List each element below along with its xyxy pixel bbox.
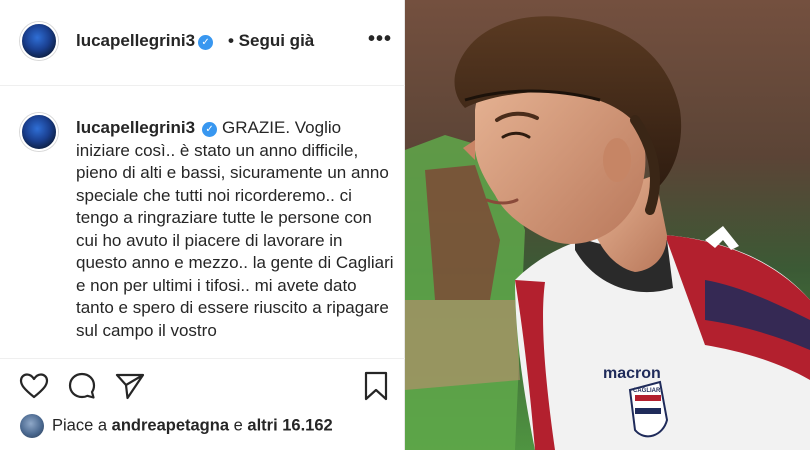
verified-badge-icon: ✓ bbox=[198, 35, 214, 50]
photo-illustration: macron CAGLIARI bbox=[405, 0, 810, 450]
comment-icon[interactable] bbox=[66, 370, 98, 402]
bookmark-icon[interactable] bbox=[360, 370, 392, 402]
username-link[interactable]: lucapellegrini3 bbox=[76, 31, 195, 50]
liker-username-link[interactable]: andreapetagna bbox=[112, 416, 229, 434]
likes-count-link[interactable]: altri 16.162 bbox=[247, 416, 332, 434]
instagram-post-panel: lucapellegrini3 ✓ • Segui già ••• lucapel… bbox=[0, 0, 405, 450]
jersey-brand-text: macron bbox=[603, 365, 661, 382]
caption-username-link[interactable]: lucapellegrini3 bbox=[76, 118, 195, 137]
caption-avatar[interactable] bbox=[20, 113, 58, 151]
heart-icon[interactable] bbox=[18, 370, 50, 402]
follow-status-button[interactable]: • Segui già bbox=[228, 31, 314, 51]
liker-avatar bbox=[20, 414, 44, 438]
post-caption: lucapellegrini3 ✓ GRAZIE. Voglio iniziare … bbox=[76, 117, 396, 342]
likes-summary[interactable]: Piace a andreapetagna e altri 16.162 bbox=[20, 414, 333, 442]
avatar[interactable] bbox=[20, 22, 58, 60]
caption-text: GRAZIE. Voglio iniziare così.. è stato u… bbox=[76, 118, 394, 340]
likes-prefix: Piace a bbox=[52, 416, 108, 435]
verified-badge-icon: ✓ bbox=[202, 122, 218, 137]
likes-conjunction: e bbox=[233, 416, 243, 435]
send-icon[interactable] bbox=[114, 370, 146, 402]
post-header: lucapellegrini3 ✓ • Segui già ••• bbox=[0, 0, 405, 86]
post-author: lucapellegrini3 ✓ bbox=[76, 31, 214, 51]
more-options-icon[interactable]: ••• bbox=[368, 28, 392, 51]
divider bbox=[0, 358, 405, 359]
player-photo: macron CAGLIARI bbox=[405, 0, 810, 450]
action-bar bbox=[0, 370, 405, 410]
crest-text: CAGLIARI bbox=[633, 388, 662, 394]
